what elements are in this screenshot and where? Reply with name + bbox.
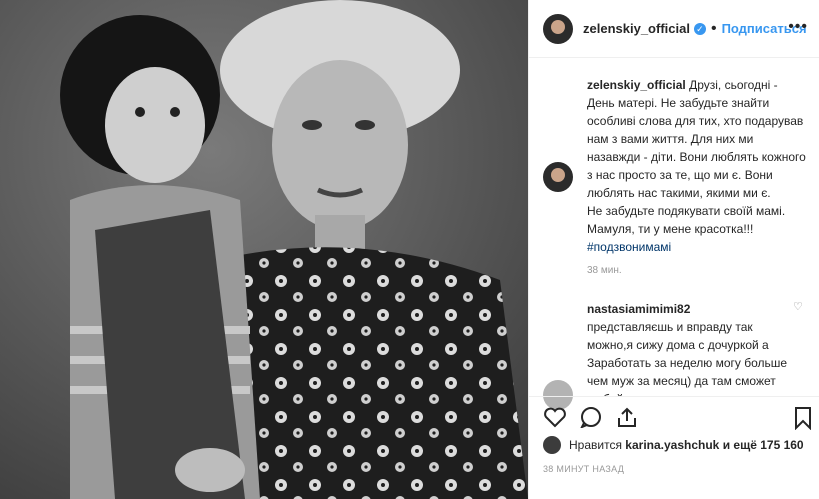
likes-row: Нравится karina.yashchuk и ещё 175 160 [543,436,804,454]
comment-icon[interactable] [579,406,603,428]
black-white-portrait [0,0,528,499]
likes-prefix: Нравится [569,438,622,452]
caption-text-2: Не забудьте подякувати своїй мамі. Мамул… [587,204,786,236]
comment-text: представляєшь и вправду так можно,я сижу… [587,320,788,396]
caption-username[interactable]: zelenskiy_official [587,78,686,92]
separator-dot: • [710,19,717,37]
likes-user[interactable]: karina.yashchuk [625,438,719,452]
likes-count[interactable]: и ещё 175 160 [723,438,804,452]
author-avatar[interactable] [543,13,573,44]
post-timestamp: 38 МИНУТ НАЗАД [543,464,625,474]
heart-icon[interactable] [543,406,567,428]
author-username[interactable]: zelenskiy_official [583,21,690,36]
caption-text-1: Друзі, сьогодні - День матері. Не забудь… [587,78,806,200]
verified-icon: ✓ [693,22,706,35]
post-header: zelenskiy_official ✓ • Подписаться ••• [529,0,819,58]
comment-item: nastasiamimimi82 представляєшь и вправду… [529,280,819,397]
caption-hashtag[interactable]: #подзвонимамі [587,240,671,254]
comment-like-icon[interactable]: ♡ [793,302,804,313]
comments-section[interactable]: zelenskiy_official Друзі, сьогодні - Ден… [529,58,819,396]
instagram-post: zelenskiy_official ✓ • Подписаться ••• z… [0,0,819,499]
post-sidebar: zelenskiy_official ✓ • Подписаться ••• z… [528,0,819,499]
comment-username[interactable]: nastasiamimimi82 [587,302,690,316]
more-icon[interactable]: ••• [788,18,808,36]
bookmark-icon[interactable] [793,406,813,430]
liker-avatar[interactable] [543,436,561,454]
caption: zelenskiy_official Друзі, сьогодні - Ден… [529,58,819,280]
caption-avatar[interactable] [543,162,573,192]
caption-time: 38 мин. [587,265,622,276]
post-photo[interactable] [0,0,528,499]
share-icon[interactable] [615,406,639,428]
action-bar [529,396,819,437]
